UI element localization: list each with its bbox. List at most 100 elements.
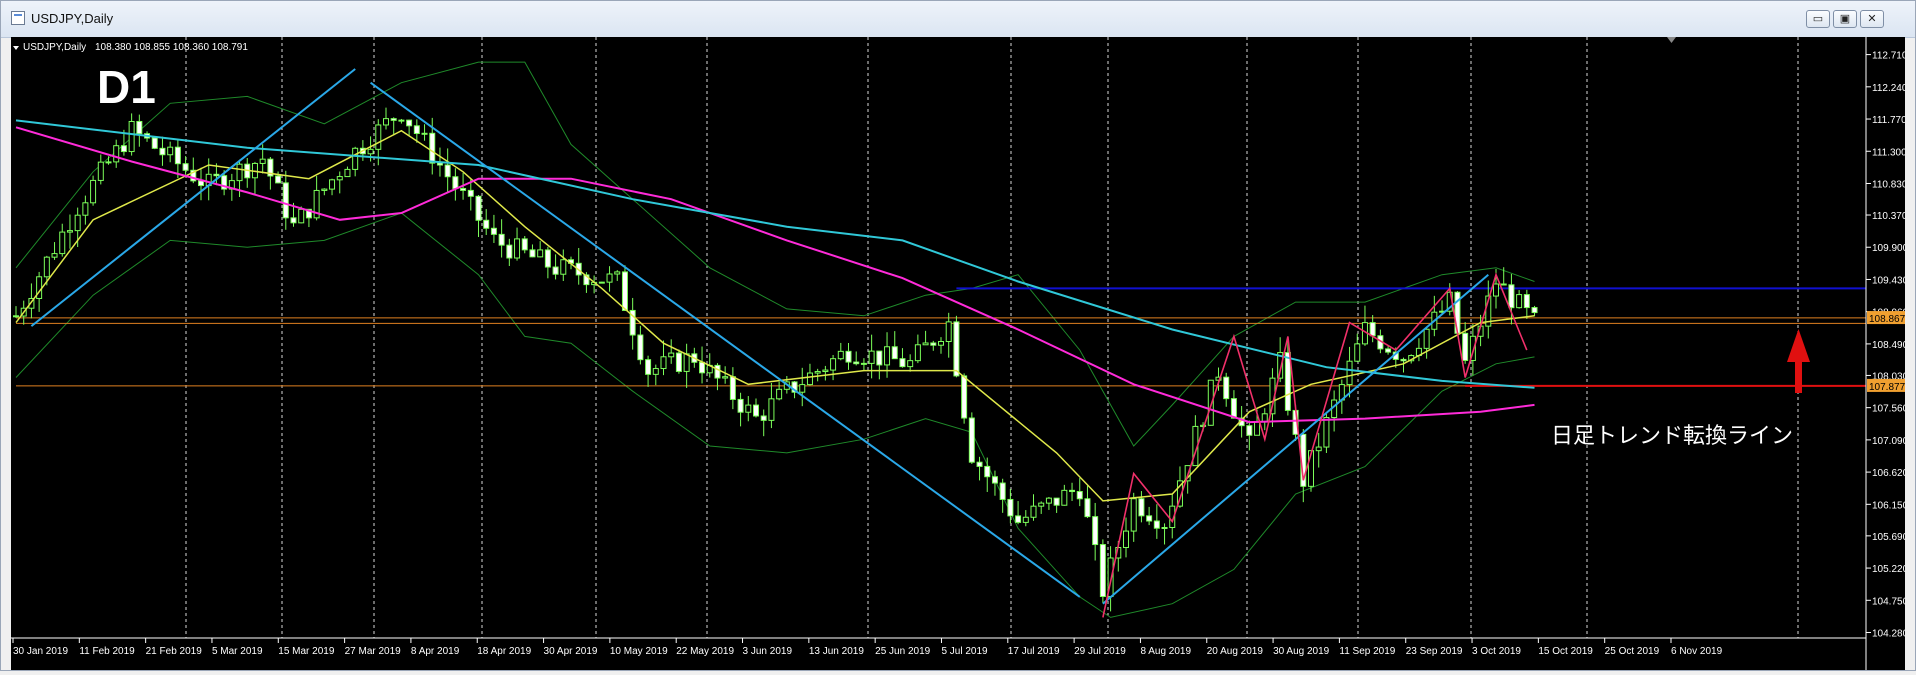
candle-body (460, 188, 467, 191)
candle-body (837, 350, 844, 360)
candle-body (43, 256, 50, 278)
candle-body (13, 315, 19, 318)
candle-body (506, 244, 513, 259)
candle-body (367, 148, 374, 155)
candle-body (1053, 497, 1060, 506)
candle-body (760, 415, 767, 421)
candle-body (182, 163, 189, 171)
candle-body (1516, 294, 1523, 309)
candle-body (329, 179, 336, 190)
candle-body (768, 398, 775, 421)
candle-body (1161, 527, 1168, 530)
candle-body (1123, 530, 1129, 549)
price-tick-label: 107.560 (1872, 404, 1905, 415)
candle-body (344, 168, 351, 178)
candle-body (652, 368, 659, 375)
candle-body (59, 231, 66, 255)
trend-change-annotation: 日足トレンド転換ライン (1551, 423, 1793, 448)
candle-body (822, 369, 829, 373)
price-tick-label: 109.430 (1872, 275, 1905, 286)
time-tick-label: 30 Apr 2019 (544, 646, 598, 657)
candle-body (105, 161, 112, 164)
chart-menu-arrow-icon[interactable] (13, 46, 19, 50)
candle-body (490, 227, 497, 235)
bollinger-upper-line (15, 61, 1535, 447)
candle-body (845, 350, 852, 363)
candle-body (1230, 398, 1237, 419)
candle-body (352, 147, 359, 170)
time-tick-label: 25 Jun 2019 (875, 646, 930, 657)
minimize-button[interactable]: ▭ (1806, 10, 1830, 28)
candle-body (282, 182, 289, 219)
price-tick-label: 108.490 (1872, 340, 1905, 351)
time-tick-label: 3 Oct 2019 (1472, 646, 1521, 657)
candle-body (1400, 358, 1407, 362)
candle-body (907, 360, 914, 368)
candle-body (74, 214, 81, 232)
candle-body (1084, 498, 1091, 518)
price-tick-label: 111.770 (1872, 115, 1905, 126)
time-tick-label: 15 Oct 2019 (1538, 646, 1593, 657)
candle-body (90, 179, 97, 204)
candle-body (1015, 515, 1022, 523)
candle-body (174, 146, 181, 165)
candle-body (1315, 446, 1322, 452)
candle-body (884, 346, 891, 366)
candle-body (544, 249, 551, 268)
candle-body (1099, 544, 1106, 598)
candle-body (991, 476, 998, 484)
candle-body (236, 163, 243, 182)
candle-body (1354, 343, 1361, 362)
candle-body (899, 358, 906, 368)
restore-button[interactable]: ▣ (1833, 10, 1857, 28)
candle-body (984, 465, 991, 478)
time-tick-label: 27 Mar 2019 (345, 646, 402, 657)
time-tick-label: 10 May 2019 (610, 646, 668, 657)
candle-body (714, 364, 721, 379)
candle-body (922, 342, 929, 346)
candle-body (51, 253, 58, 258)
candle-body (413, 125, 420, 135)
candle-body (938, 341, 944, 346)
candle-body (945, 321, 952, 343)
time-tick-label: 22 May 2019 (676, 646, 734, 657)
candle-body (729, 376, 736, 400)
price-tick-label: 105.690 (1872, 532, 1905, 543)
candle-body (853, 361, 860, 365)
ma-medium-line (15, 126, 1535, 424)
price-tick-label: 110.830 (1872, 179, 1905, 190)
candle-body (891, 346, 898, 360)
candle-body (1423, 328, 1430, 349)
candle-body (1508, 284, 1515, 309)
time-tick-label: 18 Apr 2019 (477, 646, 531, 657)
candle-body (452, 176, 459, 190)
close-button[interactable]: ✕ (1860, 10, 1884, 28)
window-title: USDJPY,Daily (31, 11, 114, 26)
time-tick-label: 5 Mar 2019 (212, 646, 263, 657)
price-tick-label: 106.150 (1872, 500, 1905, 511)
candle-body (737, 398, 744, 413)
chart-canvas[interactable]: 112.710 112.240 111.770 111.300 110.830 110.3… (11, 37, 1909, 670)
candle-body (421, 132, 428, 135)
chart-window-icon (11, 11, 25, 25)
candle-body (806, 372, 813, 386)
time-tick-label: 29 Jul 2019 (1074, 646, 1126, 657)
price-tick-label: 112.240 (1872, 83, 1905, 94)
candle-body (675, 352, 682, 372)
price-chart[interactable]: 112.710 112.240 111.770 111.300 110.830 110.3… (11, 37, 1909, 670)
time-tick-label: 3 Jun 2019 (743, 646, 793, 657)
title-bar[interactable]: USDJPY,Daily ▭ ▣ ✕ (1, 1, 1915, 38)
candle-body (1531, 307, 1538, 314)
candle-body (552, 266, 559, 275)
candle-body (1030, 505, 1037, 518)
candle-body (321, 188, 328, 191)
candle-body (483, 219, 490, 229)
shift-marker-icon[interactable] (1667, 37, 1676, 43)
timeframe-badge: D1 (97, 61, 156, 113)
candle-body (1223, 376, 1230, 400)
candle-body (968, 417, 975, 463)
candle-body (159, 147, 166, 156)
candle-body (1138, 498, 1145, 517)
time-tick-label: 30 Aug 2019 (1273, 646, 1330, 657)
candle-body (1284, 352, 1291, 411)
